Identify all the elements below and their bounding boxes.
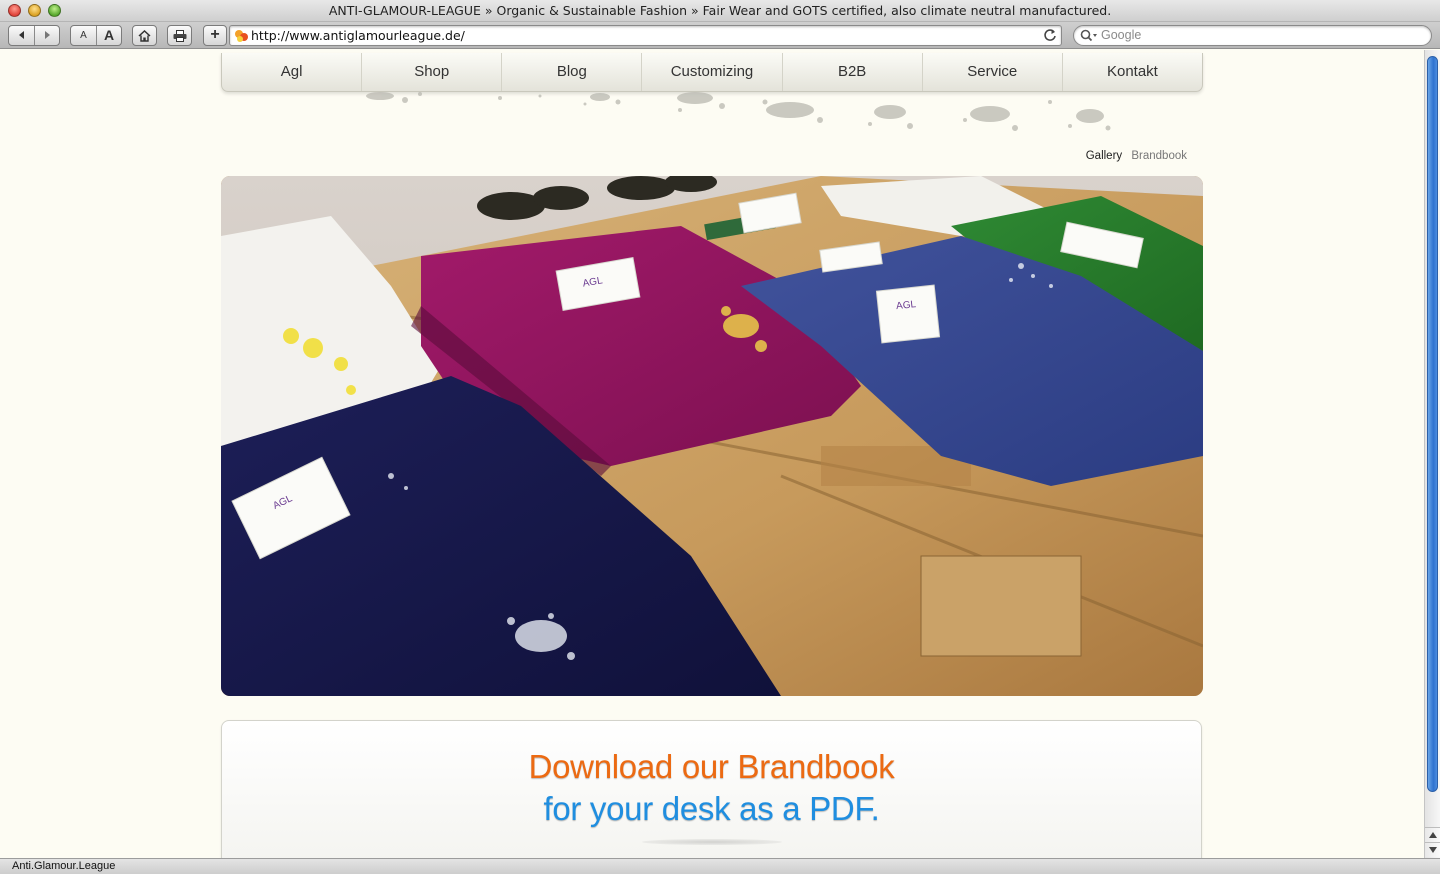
svg-text:AGL: AGL <box>896 299 917 312</box>
paint-splatter-decoration <box>366 92 1111 131</box>
vertical-scrollbar[interactable] <box>1424 50 1440 858</box>
nav-item-service[interactable]: Service <box>923 53 1063 91</box>
nav-item-shop[interactable]: Shop <box>362 53 503 91</box>
forward-button[interactable] <box>35 26 59 45</box>
nav-item-agl[interactable]: Agl <box>222 53 363 91</box>
chevron-up-icon <box>1428 832 1437 838</box>
window-title: ANTI-GLAMOUR-LEAGUE » Organic & Sustaina… <box>328 3 1112 18</box>
brandbook-shadow-decoration <box>642 839 782 845</box>
nav-item-blog[interactable]: Blog <box>502 53 643 91</box>
scroll-thumb[interactable] <box>1427 56 1438 792</box>
browser-toolbar: A A + http://www.antiglamourleague.de/ G… <box>0 22 1440 49</box>
nav-item-customizing[interactable]: Customizing <box>642 53 783 91</box>
nav-item-b2b[interactable]: B2B <box>783 53 923 91</box>
page-viewport: Agl Shop Blog Customizing B2B Service Ko… <box>0 50 1424 858</box>
site-favicon-icon <box>235 30 248 42</box>
back-forward-group <box>8 25 60 46</box>
subnav-gallery[interactable]: Gallery <box>1086 150 1122 162</box>
text-smaller-button[interactable]: A <box>71 26 97 45</box>
add-bookmark-button[interactable]: + <box>203 25 227 46</box>
text-larger-button[interactable]: A <box>97 26 121 45</box>
window-titlebar: ANTI-GLAMOUR-LEAGUE » Organic & Sustaina… <box>0 0 1440 22</box>
chevron-down-icon <box>1428 847 1437 853</box>
text-size-group: A A <box>70 25 122 46</box>
back-button[interactable] <box>9 26 35 45</box>
hero-photo-tshirts: AGL AGL AGL <box>221 176 1203 696</box>
print-button[interactable] <box>167 25 192 46</box>
scroll-up-button[interactable] <box>1425 827 1440 842</box>
zoom-window-button[interactable] <box>48 4 61 17</box>
forward-arrow-icon <box>45 31 50 39</box>
close-window-button[interactable] <box>8 4 21 17</box>
search-icon <box>1080 29 1097 42</box>
brandbook-download-banner[interactable]: Download our Brandbook for your desk as … <box>221 720 1202 858</box>
minimize-window-button[interactable] <box>28 4 41 17</box>
subnav-brandbook[interactable]: Brandbook <box>1131 150 1187 162</box>
scroll-down-button[interactable] <box>1425 842 1440 857</box>
reload-icon[interactable] <box>1043 28 1057 42</box>
status-bar: Anti.Glamour.League <box>0 858 1440 874</box>
print-icon <box>173 30 186 42</box>
url-text: http://www.antiglamourleague.de/ <box>251 28 465 43</box>
search-placeholder: Google <box>1101 28 1142 42</box>
search-input[interactable]: Google <box>1073 25 1432 46</box>
gallery-subnav: Gallery Brandbook <box>1080 150 1187 162</box>
main-navigation: Agl Shop Blog Customizing B2B Service Ko… <box>221 53 1203 92</box>
hero-image: AGL AGL AGL <box>221 176 1203 696</box>
home-button[interactable] <box>132 25 157 46</box>
home-icon <box>138 30 151 42</box>
back-arrow-icon <box>18 31 24 39</box>
nav-item-kontakt[interactable]: Kontakt <box>1063 53 1202 91</box>
address-bar[interactable]: http://www.antiglamourleague.de/ <box>229 25 1062 46</box>
brandbook-headline: Download our Brandbook <box>528 748 895 785</box>
brandbook-subline: for your desk as a PDF. <box>543 790 880 827</box>
